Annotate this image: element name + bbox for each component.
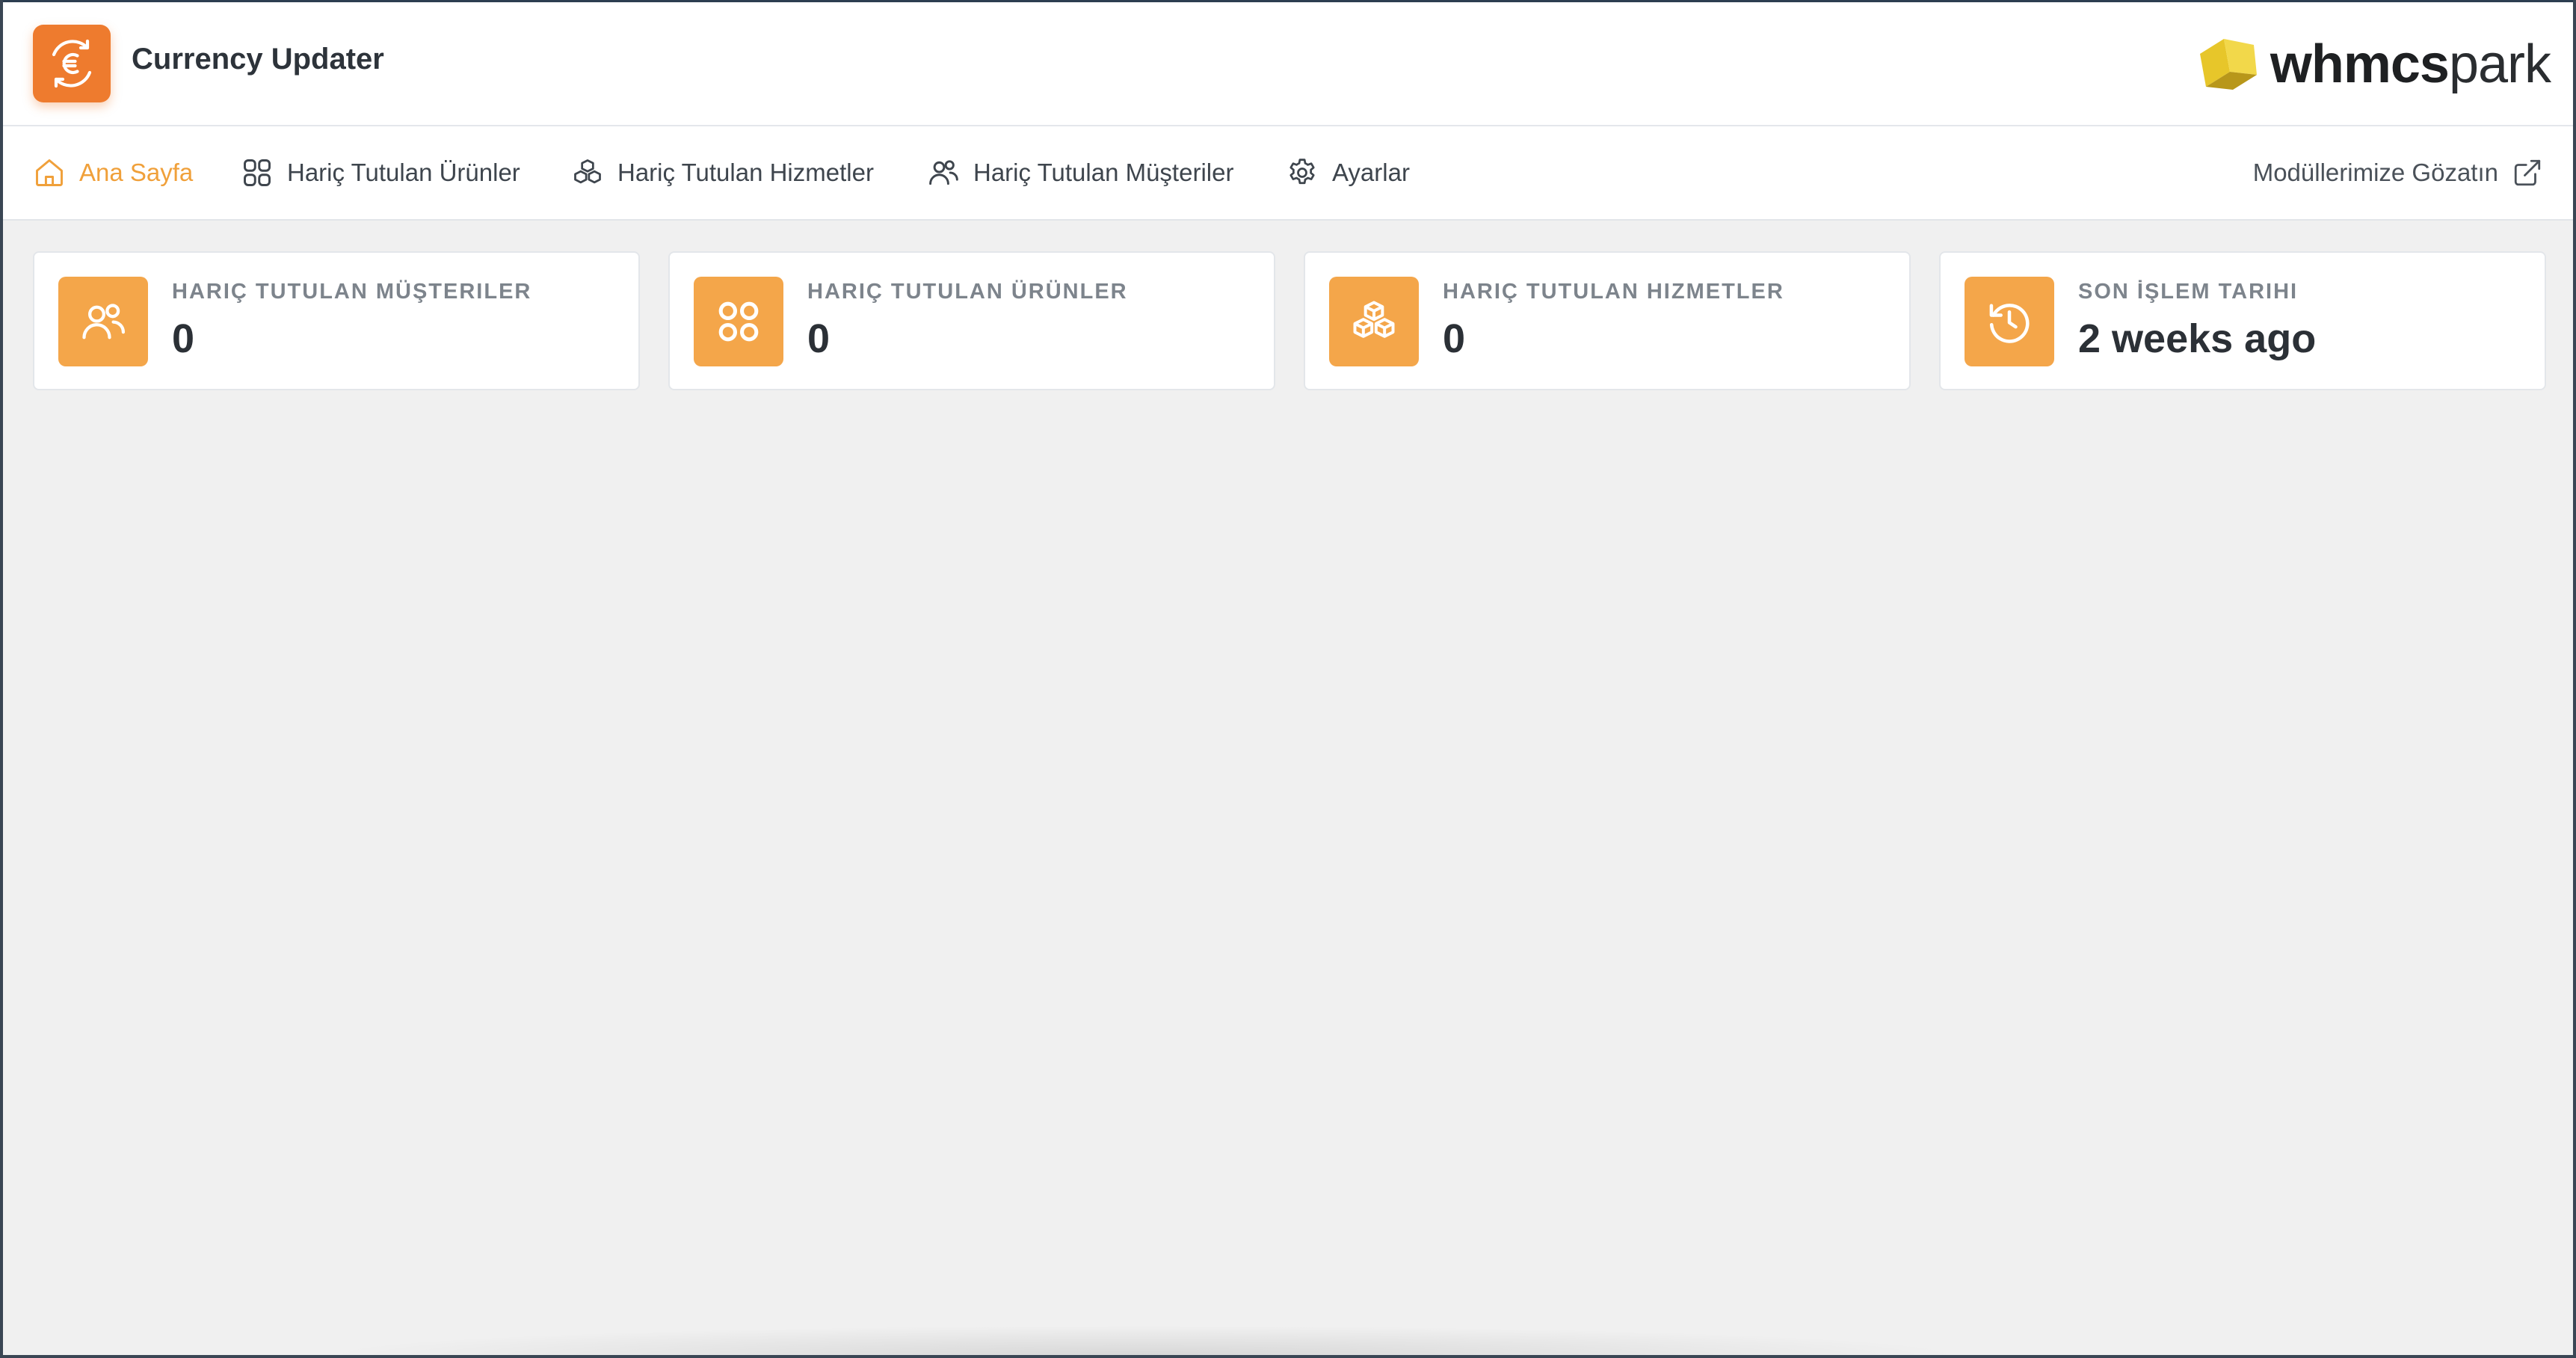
nav-item-excluded-customers[interactable]: Hariç Tutulan Müşteriler bbox=[927, 126, 1233, 219]
brand-name: whmcspark bbox=[2270, 34, 2551, 95]
app-header: Currency Updater whmcspark bbox=[3, 2, 2573, 126]
nav-item-label: Hariç Tutulan Müşteriler bbox=[973, 159, 1234, 186]
stat-card-icon-box bbox=[1329, 277, 1419, 366]
stat-card-label: HARIÇ TUTULAN MÜŞTERILER bbox=[172, 280, 532, 304]
stat-card-label: SON İŞLEM TARIHI bbox=[2078, 280, 2299, 304]
external-link-icon bbox=[2514, 159, 2541, 186]
nav-item-label: Hariç Tutulan Hizmetler bbox=[617, 159, 874, 186]
grid-icon bbox=[244, 159, 271, 186]
brand-mark-icon bbox=[2199, 39, 2257, 90]
stat-card-value: 0 bbox=[807, 316, 831, 361]
nav-item-settings[interactable]: Ayarlar bbox=[1286, 126, 1410, 219]
nav-item-home[interactable]: Ana Sayfa bbox=[33, 126, 193, 219]
nav-item-label: Ayarlar bbox=[1332, 159, 1410, 186]
brand-name-light: park bbox=[2448, 34, 2551, 94]
users-icon bbox=[929, 160, 958, 185]
cubes-icon bbox=[1353, 301, 1395, 338]
stat-card-last-operation-date: SON İŞLEM TARIHI 2 weeks ago bbox=[1939, 251, 2546, 390]
stat-card-icon-box bbox=[1965, 277, 2054, 366]
stat-card-excluded-products: HARIÇ TUTULAN ÜRÜNLER 0 bbox=[668, 251, 1275, 390]
nav-item-label: Hariç Tutulan Ürünler bbox=[287, 159, 520, 186]
stat-card-icon-box bbox=[694, 277, 783, 366]
stat-card-excluded-customers: HARIÇ TUTULAN MÜŞTERILER 0 bbox=[33, 251, 640, 390]
app-logo[interactable] bbox=[33, 25, 111, 102]
nav-item-excluded-products[interactable]: Hariç Tutulan Ürünler bbox=[241, 126, 520, 219]
browse-modules-link[interactable]: Modüllerimize Gözatın bbox=[2253, 126, 2543, 219]
stat-card-value: 0 bbox=[172, 316, 195, 361]
window-left-border bbox=[0, 0, 3, 1358]
main-nav: Ana Sayfa Hariç Tutulan Ürünler Hariç Tu… bbox=[3, 126, 2573, 221]
brand-name-bold: whmcs bbox=[2270, 34, 2450, 94]
window-bottom-border bbox=[0, 1355, 2576, 1358]
stat-card-icon-box bbox=[58, 277, 148, 366]
users-icon bbox=[82, 304, 126, 340]
cubes-icon bbox=[574, 159, 601, 184]
history-icon bbox=[1989, 304, 2030, 343]
gear-icon bbox=[1289, 159, 1315, 185]
app-title: Currency Updater bbox=[132, 43, 384, 76]
stat-card-value: 0 bbox=[1443, 316, 1466, 361]
window-right-border bbox=[2573, 0, 2576, 1358]
stat-card-value: 2 weeks ago bbox=[2078, 316, 2317, 361]
stat-card-label: HARIÇ TUTULAN ÜRÜNLER bbox=[807, 280, 1128, 304]
stat-card-excluded-services: HARIÇ TUTULAN HIZMETLER 0 bbox=[1304, 251, 1911, 390]
home-icon bbox=[36, 159, 63, 186]
stat-card-label: HARIÇ TUTULAN HIZMETLER bbox=[1443, 280, 1784, 304]
nav-item-excluded-services[interactable]: Hariç Tutulan Hizmetler bbox=[571, 126, 874, 219]
bottom-shadow bbox=[314, 1325, 1973, 1355]
brand-logo[interactable]: whmcspark bbox=[2194, 31, 2551, 98]
nav-item-label: Ana Sayfa bbox=[79, 159, 194, 186]
euro-exchange-icon bbox=[52, 39, 92, 88]
grid-icon bbox=[718, 301, 759, 342]
browse-modules-label: Modüllerimize Gözatın bbox=[2252, 159, 2498, 186]
